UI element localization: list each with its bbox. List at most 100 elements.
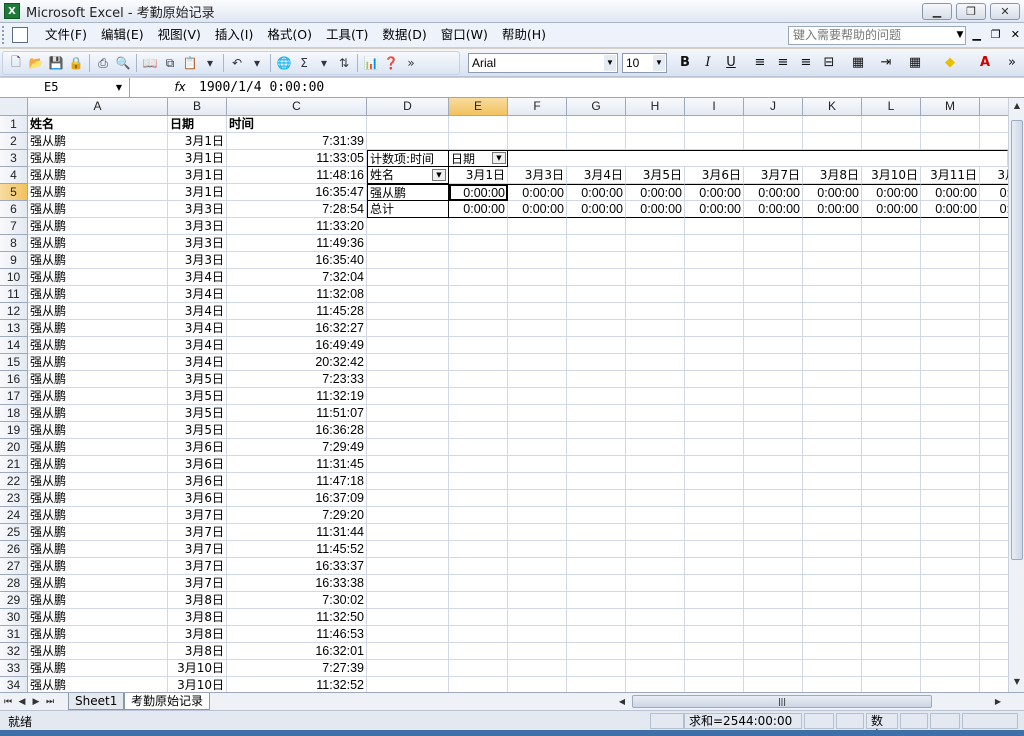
cell-l20[interactable] — [862, 439, 921, 456]
cell-g24[interactable] — [567, 507, 626, 524]
cell-g21[interactable] — [567, 456, 626, 473]
align-left-icon[interactable]: ≡ — [750, 54, 770, 72]
cell-f27[interactable] — [508, 558, 567, 575]
cell-l33[interactable] — [862, 660, 921, 677]
cell-c26[interactable]: 11:45:52 — [227, 541, 367, 558]
pivot-date-header[interactable]: 3月3日 — [508, 167, 567, 184]
cell-b21[interactable]: 3月6日 — [168, 456, 227, 473]
cell-d10[interactable] — [367, 269, 449, 286]
cell-b7[interactable]: 3月3日 — [168, 218, 227, 235]
cell-i12[interactable] — [685, 303, 744, 320]
cell-k17[interactable] — [803, 388, 862, 405]
cell-l10[interactable] — [862, 269, 921, 286]
row-header[interactable]: 22 — [0, 473, 28, 490]
column-header-h[interactable]: H — [626, 98, 685, 116]
research-icon[interactable]: 📖 — [141, 54, 159, 72]
pivot-value-cell[interactable]: 0:00:00 — [508, 184, 567, 201]
cell-i1[interactable] — [685, 116, 744, 133]
cell-d9[interactable] — [367, 252, 449, 269]
cell-k22[interactable] — [803, 473, 862, 490]
sheet-tab-sheet1[interactable]: Sheet1 — [68, 693, 125, 710]
cell-a21[interactable]: 强从鹏 — [28, 456, 168, 473]
pivot-date-header[interactable]: 3月7日 — [744, 167, 803, 184]
cell-l11[interactable] — [862, 286, 921, 303]
cell-j16[interactable] — [744, 371, 803, 388]
excel-app-icon[interactable]: X — [4, 3, 20, 19]
formula-input[interactable]: 1900/1/4 0:00:00 — [199, 78, 324, 97]
cell-e32[interactable] — [449, 643, 508, 660]
cell-m18[interactable] — [921, 405, 980, 422]
cell-partial[interactable] — [980, 269, 1008, 286]
cell-i25[interactable] — [685, 524, 744, 541]
row-header[interactable]: 6 — [0, 201, 28, 218]
cell-partial[interactable] — [980, 626, 1008, 643]
cell-k2[interactable] — [803, 133, 862, 150]
pivot-date-header[interactable]: 3月5日 — [626, 167, 685, 184]
cell-e2[interactable] — [449, 133, 508, 150]
cell-f26[interactable] — [508, 541, 567, 558]
last-sheet-icon[interactable]: ⏭ — [44, 694, 56, 710]
close-button[interactable]: ✕ — [990, 3, 1020, 20]
menu-format[interactable]: 格式(O) — [260, 25, 319, 45]
cell-b17[interactable]: 3月5日 — [168, 388, 227, 405]
cell-b8[interactable]: 3月3日 — [168, 235, 227, 252]
menu-data[interactable]: 数据(D) — [375, 25, 433, 45]
pivot-value-cell[interactable]: 0:00:00 — [744, 184, 803, 201]
cell-a28[interactable]: 强从鹏 — [28, 575, 168, 592]
cell-g23[interactable] — [567, 490, 626, 507]
cell-partial[interactable] — [980, 643, 1008, 660]
cell-k12[interactable] — [803, 303, 862, 320]
cell-f16[interactable] — [508, 371, 567, 388]
pivot-date-header[interactable]: 3月6日 — [685, 167, 744, 184]
horizontal-scrollbar[interactable]: ◀ ||| ▶ — [614, 694, 1008, 710]
cell-f19[interactable] — [508, 422, 567, 439]
row-header[interactable]: 33 — [0, 660, 28, 677]
cell-k28[interactable] — [803, 575, 862, 592]
row-header[interactable]: 4 — [0, 167, 28, 184]
cell-a29[interactable]: 强从鹏 — [28, 592, 168, 609]
cell-k24[interactable] — [803, 507, 862, 524]
cell-l26[interactable] — [862, 541, 921, 558]
cell-i24[interactable] — [685, 507, 744, 524]
cell-k13[interactable] — [803, 320, 862, 337]
cell-g32[interactable] — [567, 643, 626, 660]
cell-g10[interactable] — [567, 269, 626, 286]
cell-g19[interactable] — [567, 422, 626, 439]
menu-view[interactable]: 视图(V) — [151, 25, 208, 45]
cell-a4[interactable]: 强从鹏 — [28, 167, 168, 184]
sort-ascending-icon[interactable]: ⇅ — [335, 54, 353, 72]
cell-j21[interactable] — [744, 456, 803, 473]
cell-h17[interactable] — [626, 388, 685, 405]
cell-g18[interactable] — [567, 405, 626, 422]
menu-file[interactable]: 文件(F) — [38, 25, 94, 45]
cell-partial[interactable] — [980, 439, 1008, 456]
cell-c15[interactable]: 20:32:42 — [227, 354, 367, 371]
cell-d34[interactable] — [367, 677, 449, 692]
cell-j27[interactable] — [744, 558, 803, 575]
cell-a33[interactable]: 强从鹏 — [28, 660, 168, 677]
cell-f22[interactable] — [508, 473, 567, 490]
cell-g30[interactable] — [567, 609, 626, 626]
pivot-value-cell[interactable]: 0:00:00 — [508, 201, 567, 218]
cell-d2[interactable] — [367, 133, 449, 150]
cell-e17[interactable] — [449, 388, 508, 405]
cell-h27[interactable] — [626, 558, 685, 575]
row-header[interactable]: 26 — [0, 541, 28, 558]
cell-i7[interactable] — [685, 218, 744, 235]
cell-b30[interactable]: 3月8日 — [168, 609, 227, 626]
cell-m34[interactable] — [921, 677, 980, 692]
cell-a19[interactable]: 强从鹏 — [28, 422, 168, 439]
cell-d31[interactable] — [367, 626, 449, 643]
cell-h13[interactable] — [626, 320, 685, 337]
cell-a18[interactable]: 强从鹏 — [28, 405, 168, 422]
cell-h10[interactable] — [626, 269, 685, 286]
cell-l12[interactable] — [862, 303, 921, 320]
cell-j19[interactable] — [744, 422, 803, 439]
cell-a31[interactable]: 强从鹏 — [28, 626, 168, 643]
cell-j30[interactable] — [744, 609, 803, 626]
pivot-date-header[interactable]: 3月11日 — [921, 167, 980, 184]
cell-c32[interactable]: 16:32:01 — [227, 643, 367, 660]
cell-partial[interactable] — [980, 660, 1008, 677]
cell-h1[interactable] — [626, 116, 685, 133]
cell-d33[interactable] — [367, 660, 449, 677]
